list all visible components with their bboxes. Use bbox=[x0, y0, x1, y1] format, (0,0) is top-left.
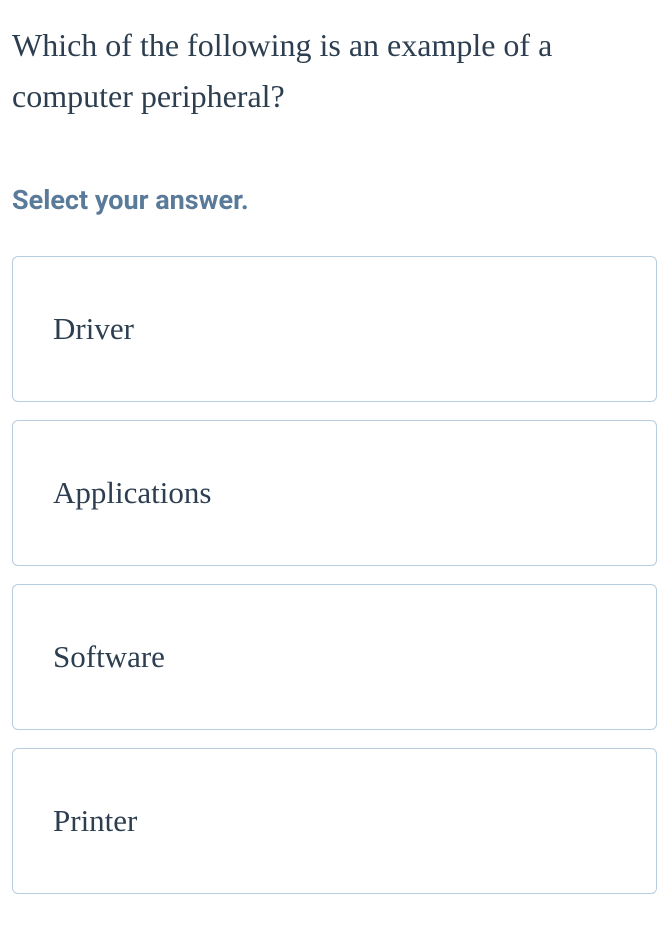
option-label: Applications bbox=[53, 475, 211, 510]
option-label: Printer bbox=[53, 803, 137, 838]
question-text: Which of the following is an example of … bbox=[0, 0, 657, 122]
option-driver[interactable]: Driver bbox=[12, 256, 657, 402]
option-software[interactable]: Software bbox=[12, 584, 657, 730]
option-label: Driver bbox=[53, 311, 134, 346]
prompt-text: Select your answer. bbox=[0, 122, 657, 256]
option-applications[interactable]: Applications bbox=[12, 420, 657, 566]
option-label: Software bbox=[53, 639, 165, 674]
option-printer[interactable]: Printer bbox=[12, 748, 657, 894]
options-container: Driver Applications Software Printer bbox=[0, 256, 657, 894]
